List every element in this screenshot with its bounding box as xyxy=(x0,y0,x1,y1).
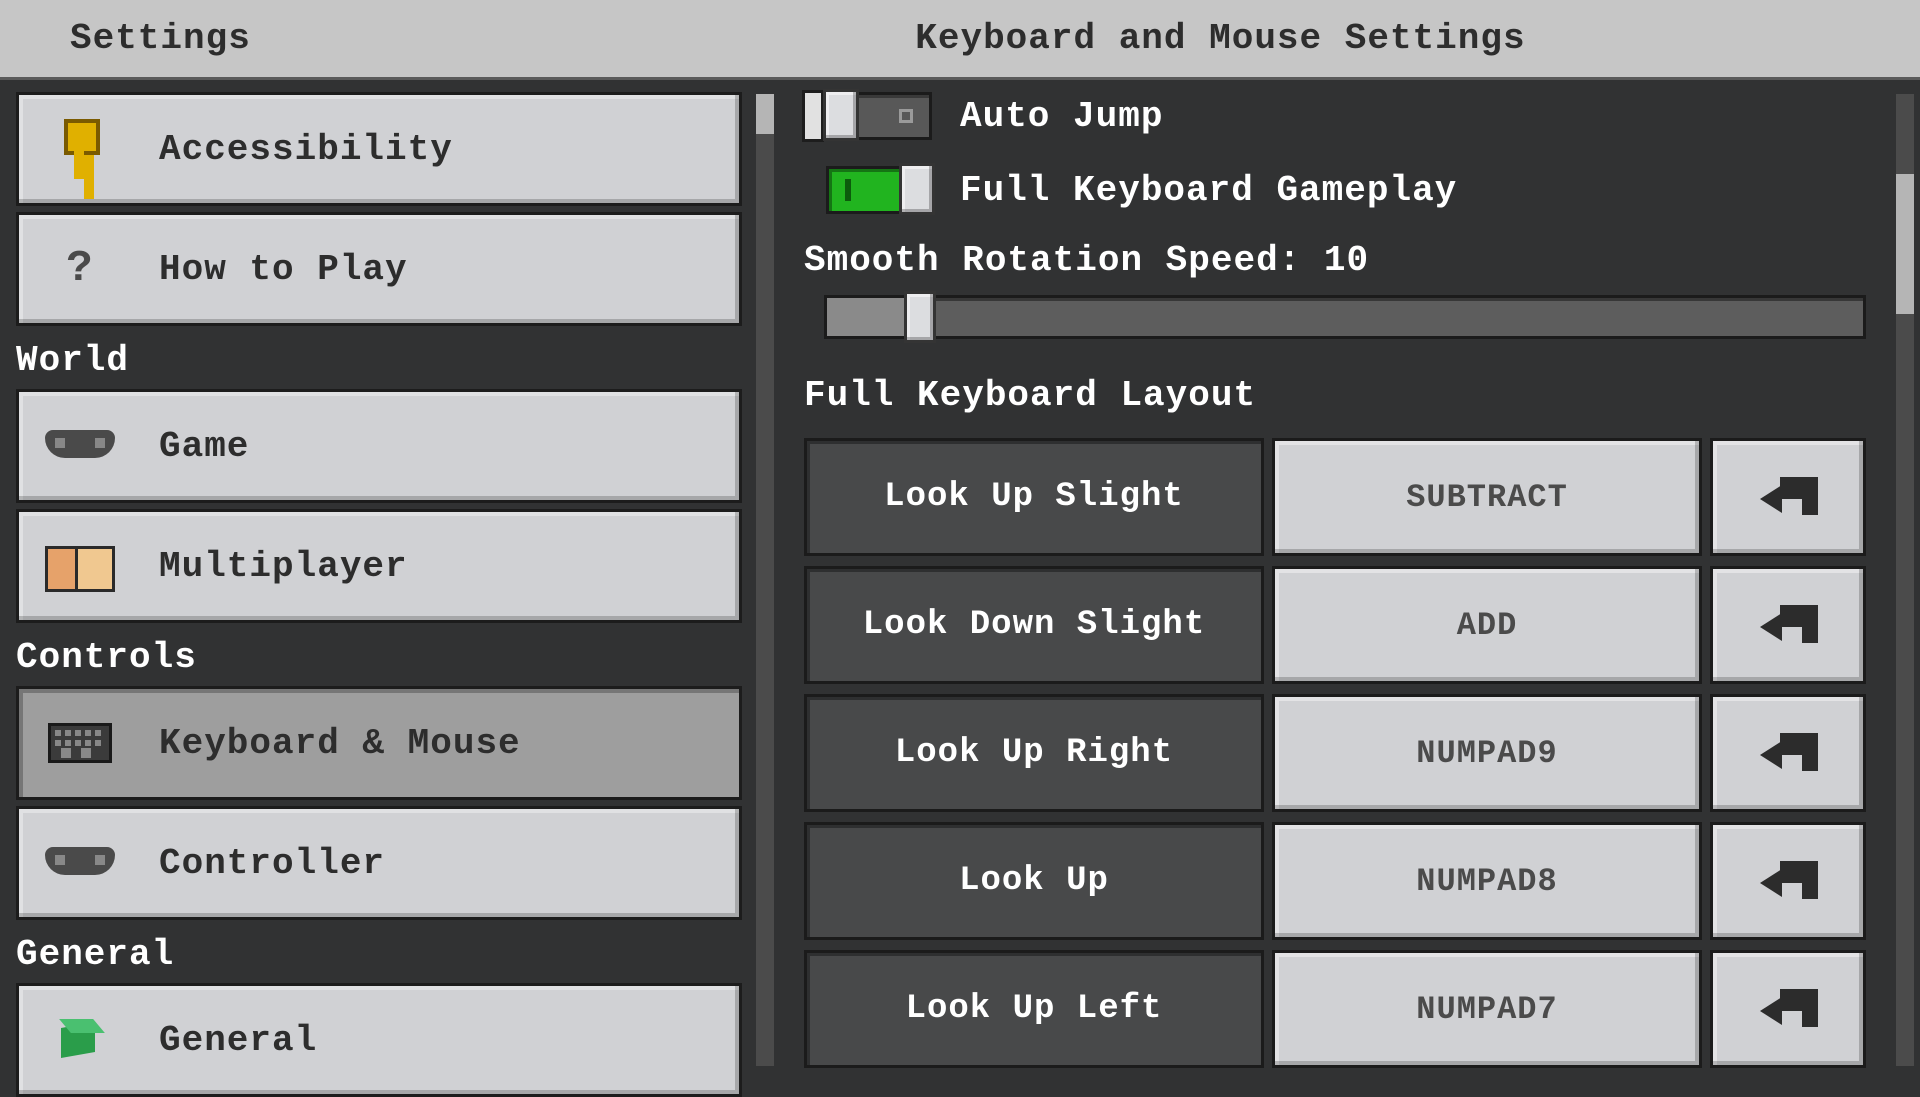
sidebar-item-controller[interactable]: Controller xyxy=(16,806,742,920)
binding-row: Look Up Right NUMPAD9 xyxy=(804,694,1866,812)
sidebar-item-how-to-play[interactable]: ? How to Play xyxy=(16,212,742,326)
controller-icon xyxy=(45,828,115,898)
settings-sidebar: Accessibility ? How to Play World Game M… xyxy=(0,80,780,1080)
main-scrollbar[interactable] xyxy=(1896,94,1914,1066)
main-scrollbar-thumb[interactable] xyxy=(1896,174,1914,314)
key-icon xyxy=(45,114,115,184)
sidebar-item-label: Game xyxy=(159,426,249,467)
toggle-knob[interactable] xyxy=(899,163,935,215)
section-header-controls: Controls xyxy=(16,629,780,686)
header-title-right: Keyboard and Mouse Settings xyxy=(575,18,1525,59)
sidebar-item-label: Accessibility xyxy=(159,129,453,170)
binding-key-button[interactable]: NUMPAD7 xyxy=(1272,950,1702,1068)
section-header-general: General xyxy=(16,926,780,983)
sidebar-item-accessibility[interactable]: Accessibility xyxy=(16,92,742,206)
focus-indicator xyxy=(802,90,824,142)
binding-reset-button[interactable] xyxy=(1710,566,1866,684)
sidebar-item-label: Keyboard & Mouse xyxy=(159,723,521,764)
question-icon: ? xyxy=(45,234,115,304)
binding-row: Look Up Slight SUBTRACT xyxy=(804,438,1866,556)
binding-action-label: Look Down Slight xyxy=(804,566,1264,684)
binding-row: Look Down Slight ADD xyxy=(804,566,1866,684)
sidebar-item-multiplayer[interactable]: Multiplayer xyxy=(16,509,742,623)
sidebar-item-label: General xyxy=(159,1020,317,1061)
binding-key-button[interactable]: NUMPAD8 xyxy=(1272,822,1702,940)
cube-icon xyxy=(45,1005,115,1075)
slider-thumb[interactable] xyxy=(904,291,936,343)
slider-rotation-speed[interactable] xyxy=(824,295,1866,339)
sidebar-scrollbar[interactable] xyxy=(756,94,774,1066)
binding-reset-button[interactable] xyxy=(1710,438,1866,556)
binding-action-label: Look Up Slight xyxy=(804,438,1264,556)
faces-icon xyxy=(45,531,115,601)
sidebar-item-keyboard-mouse[interactable]: Keyboard & Mouse xyxy=(16,686,742,800)
binding-key-button[interactable]: NUMPAD9 xyxy=(1272,694,1702,812)
toggle-row-full-keyboard: Full Keyboard Gameplay xyxy=(826,166,1904,214)
section-label-layout: Full Keyboard Layout xyxy=(804,375,1904,416)
binding-reset-button[interactable] xyxy=(1710,694,1866,812)
sidebar-item-label: Controller xyxy=(159,843,385,884)
toggle-on-mark xyxy=(845,179,851,201)
binding-reset-button[interactable] xyxy=(1710,822,1866,940)
toggle-label: Auto Jump xyxy=(960,96,1163,137)
binding-key-button[interactable]: ADD xyxy=(1272,566,1702,684)
sidebar-item-game[interactable]: Game xyxy=(16,389,742,503)
toggle-row-auto-jump: Auto Jump xyxy=(804,92,1904,140)
header-bar: Settings Keyboard and Mouse Settings xyxy=(0,0,1920,80)
sidebar-scrollbar-thumb[interactable] xyxy=(756,94,774,134)
binding-action-label: Look Up Right xyxy=(804,694,1264,812)
binding-reset-button[interactable] xyxy=(1710,950,1866,1068)
toggle-knob[interactable] xyxy=(823,89,859,141)
binding-row: Look Up Left NUMPAD7 xyxy=(804,950,1866,1068)
main-panel: Auto Jump Full Keyboard Gameplay Smooth … xyxy=(780,80,1920,1080)
header-title-left: Settings xyxy=(70,18,251,59)
binding-action-label: Look Up xyxy=(804,822,1264,940)
toggle-label: Full Keyboard Gameplay xyxy=(960,170,1457,211)
toggle-off-mark xyxy=(899,109,913,123)
binding-action-label: Look Up Left xyxy=(804,950,1264,1068)
sidebar-item-label: Multiplayer xyxy=(159,546,408,587)
sidebar-item-label: How to Play xyxy=(159,249,408,290)
section-header-world: World xyxy=(16,332,780,389)
binding-row: Look Up NUMPAD8 xyxy=(804,822,1866,940)
slider-label-rotation: Smooth Rotation Speed: 10 xyxy=(804,240,1904,281)
toggle-auto-jump[interactable] xyxy=(826,92,932,140)
content-area: Accessibility ? How to Play World Game M… xyxy=(0,80,1920,1080)
toggle-full-keyboard[interactable] xyxy=(826,166,932,214)
controller-icon xyxy=(45,411,115,481)
keyboard-icon xyxy=(45,708,115,778)
binding-key-button[interactable]: SUBTRACT xyxy=(1272,438,1702,556)
